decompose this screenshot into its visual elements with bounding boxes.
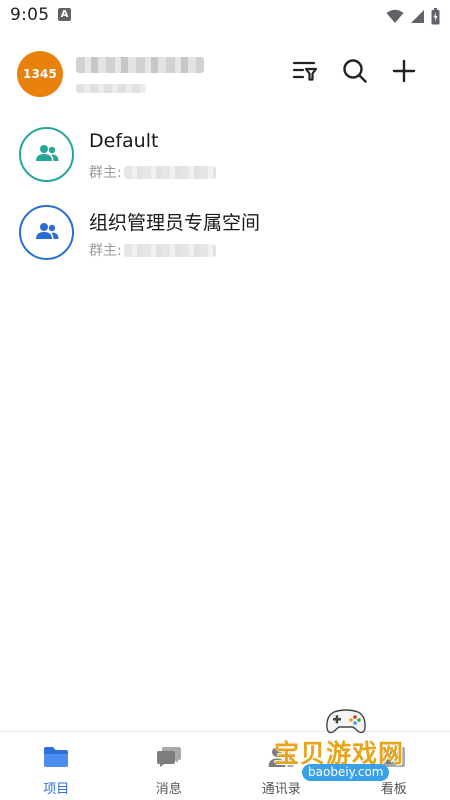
project-title: 组织管理员专属空间	[89, 212, 261, 234]
status-icons	[386, 7, 440, 25]
tab-label: 项目	[43, 782, 70, 797]
screen: 9:05 A 1345 Default 群主: 组织管理员专属空间 群主: 项目…	[0, 0, 450, 800]
filter-button[interactable]	[288, 56, 322, 90]
group-avatar	[19, 127, 74, 182]
plus-icon	[392, 59, 416, 87]
project-item-default[interactable]: Default 群主:	[0, 118, 450, 196]
tab-projects[interactable]: 项目	[0, 732, 113, 800]
group-icon	[35, 222, 59, 244]
header: 1345	[0, 42, 450, 108]
battery-icon	[431, 7, 440, 25]
notification-a-icon: A	[58, 8, 71, 21]
project-owner: 群主:	[89, 240, 216, 260]
chat-icon	[156, 746, 182, 772]
project-owner: 群主:	[89, 162, 216, 182]
folder-icon	[43, 746, 69, 772]
signal-icon	[410, 9, 425, 24]
owner-name-redacted	[123, 165, 216, 179]
status-bar: 9:05 A	[0, 0, 450, 32]
project-title: Default	[89, 130, 159, 152]
tab-contacts[interactable]: 通讯录	[225, 732, 338, 800]
avatar[interactable]: 1345	[17, 51, 63, 97]
tab-label: 看板	[380, 782, 407, 797]
owner-name-redacted	[123, 243, 216, 257]
project-item-admin-space[interactable]: 组织管理员专属空间 群主:	[0, 196, 450, 274]
contacts-icon	[268, 746, 294, 772]
user-subtitle-redacted	[76, 84, 146, 93]
tab-label: 消息	[155, 782, 182, 797]
group-avatar	[19, 205, 74, 260]
status-time: 9:05	[10, 5, 50, 25]
owner-label: 群主:	[89, 165, 122, 181]
owner-label: 群主:	[89, 243, 122, 259]
search-button[interactable]	[338, 56, 372, 90]
filter-icon	[292, 60, 318, 86]
tab-messages[interactable]: 消息	[113, 732, 226, 800]
board-icon	[382, 746, 406, 772]
project-list: Default 群主: 组织管理员专属空间 群主:	[0, 118, 450, 274]
search-icon	[342, 58, 368, 88]
user-name-redacted	[76, 57, 204, 73]
bottom-tab-bar: 项目 消息 通讯录 看板	[0, 731, 450, 800]
tab-label: 通讯录	[261, 782, 301, 797]
group-icon	[35, 144, 59, 166]
wifi-icon	[386, 9, 404, 24]
tab-board[interactable]: 看板	[338, 732, 450, 800]
add-button[interactable]	[387, 56, 421, 90]
